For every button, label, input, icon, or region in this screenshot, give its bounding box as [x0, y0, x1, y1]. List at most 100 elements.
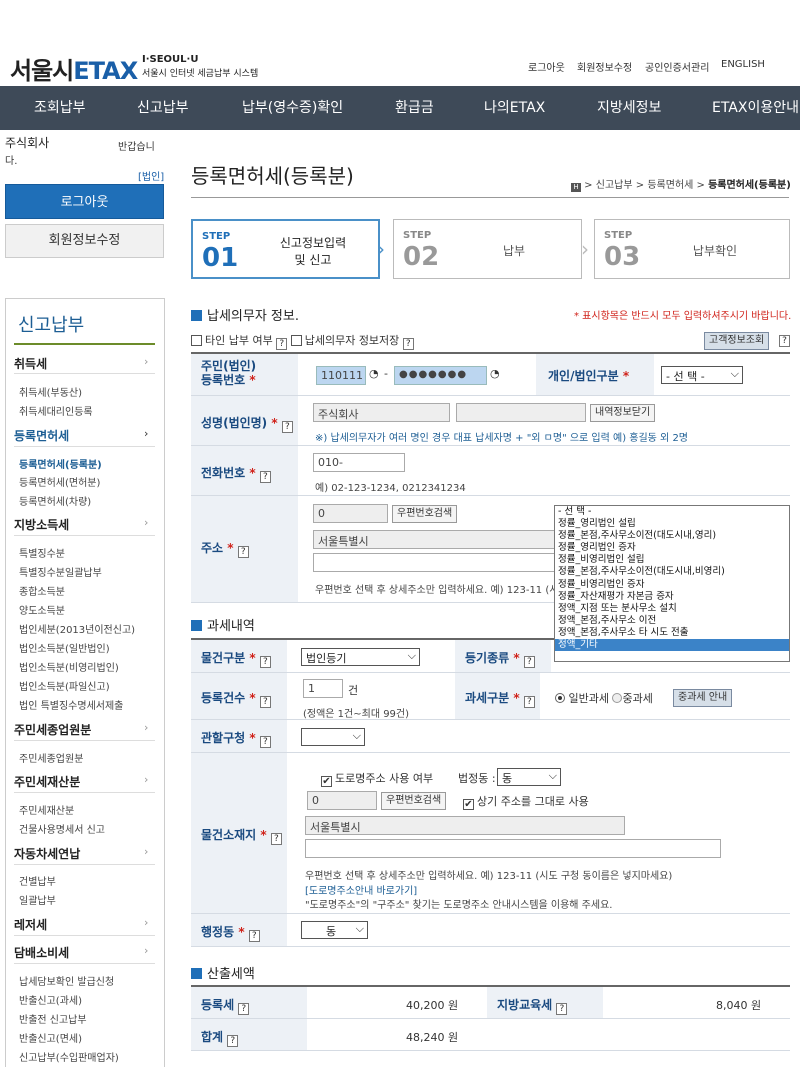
sidebar-cat-acquisition-tax[interactable]: 취득세 [14, 355, 47, 372]
dropdown-option[interactable]: 정률_비영리법인 설립 [555, 554, 789, 566]
sidebar-cat-tobacco-tax[interactable]: 담배소비세 [14, 944, 69, 961]
sidebar-cat-local-income-tax[interactable]: 지방소득세 [14, 516, 69, 533]
name-input[interactable]: 주식회사 [313, 403, 450, 422]
address-input[interactable]: 서울특별시 [313, 530, 558, 549]
nav-receipt[interactable]: 납부(영수증)확인 [242, 86, 343, 130]
admin-dong-select[interactable]: 동 ⌵ [301, 921, 368, 939]
breadcrumb-item[interactable]: 신고납부 [596, 180, 633, 191]
sidebar-sub-item[interactable]: 법인소득분(일반법인) [19, 640, 110, 655]
help-icon[interactable]: ? [259, 471, 271, 483]
sidebar-sub-item[interactable]: 법인 특별징수명세서제출 [19, 697, 123, 712]
nav-report[interactable]: 신고납부 [137, 86, 189, 130]
cert-manage-link[interactable]: 공인인증서관리 [645, 59, 709, 74]
mouse-keyboard-icon[interactable]: ◔ [369, 367, 379, 380]
loc-address-detail-input[interactable] [305, 839, 721, 858]
legal-dong-select[interactable]: 동 ⌵ [497, 768, 561, 786]
sidebar-sub-item[interactable]: 종합소득분 [19, 583, 65, 598]
name-suffix-input[interactable] [456, 403, 586, 422]
sidebar-sub-item[interactable]: 반출전 신고납부 [19, 1011, 87, 1026]
sidebar-cat-employee-tax[interactable]: 주민세종업원분 [14, 721, 91, 738]
logout-link[interactable]: 로그아웃 [528, 59, 565, 74]
sidebar-sub-item[interactable]: 반출신고(과세) [19, 992, 82, 1007]
address-detail-input[interactable] [313, 553, 558, 572]
dropdown-option[interactable]: 정액_본점,주사무소 이전 [555, 615, 789, 627]
close-detail-button[interactable]: 내역정보닫기 [590, 404, 656, 422]
help-icon[interactable]: ? [402, 338, 414, 350]
edit-member-link[interactable]: 회원정보수정 [577, 59, 632, 74]
customer-lookup-button[interactable]: 고객정보조회 [704, 332, 770, 350]
dropdown-option-highlighted[interactable]: 정액_기타 [555, 639, 789, 652]
sidebar-sub-item[interactable]: 취득세(부동산) [19, 384, 82, 399]
help-icon[interactable]: ? [276, 338, 288, 350]
road-addr-guide-link[interactable]: [도로명주소안내 바로가기] [305, 882, 417, 897]
sidebar-sub-item[interactable]: 특별징수분 [19, 545, 65, 560]
other-pay-checkbox[interactable] [191, 335, 202, 346]
sidebar-sub-item[interactable]: 반출신고(면세) [19, 1030, 82, 1045]
sidebar-sub-item[interactable]: 건물사용명세서 신고 [19, 821, 105, 836]
sidebar-cat-car-tax[interactable]: 자동차세연납 [14, 845, 80, 862]
sidebar-cat-leisure-tax[interactable]: 레저세 [14, 916, 47, 933]
english-link[interactable]: ENGLISH [721, 59, 765, 70]
logo[interactable]: 서울시ETAX [10, 51, 138, 86]
sidebar-sub-item[interactable]: 납세담보확인 발급신청 [19, 973, 114, 988]
help-icon[interactable]: ? [237, 546, 249, 558]
help-icon[interactable]: ? [227, 1035, 239, 1047]
sidebar-sub-item[interactable]: 양도소득분 [19, 602, 65, 617]
zip-input[interactable]: 0 [313, 504, 388, 523]
reg-no-front-input[interactable]: 110111 [316, 366, 366, 385]
general-tax-radio[interactable] [555, 693, 565, 703]
dropdown-option[interactable]: 정률_본점,주사무소이전(대도시내,영리) [555, 530, 789, 542]
dropdown-option[interactable]: 정액_본점,주사무소 타 시도 전출 [555, 627, 789, 639]
sidebar-sub-item-active[interactable]: 등록면허세(등록분) [19, 456, 102, 471]
sidebar-sub-item[interactable]: 법인소득분(비영리법인) [19, 659, 119, 674]
heavy-tax-radio[interactable] [612, 693, 623, 703]
help-icon[interactable]: ? [281, 421, 293, 433]
dropdown-option[interactable]: 정률_본점,주사무소이전(대도시내,비영리) [555, 566, 789, 578]
item-type-select[interactable]: 법인등기 ⌵ [301, 648, 420, 666]
sidebar-sub-item[interactable]: 등록면허세(면허분) [19, 474, 100, 489]
help-icon[interactable]: ? [270, 833, 282, 845]
sidebar-sub-item[interactable]: 법인세분(2013년이전신고) [19, 621, 135, 636]
dropdown-option[interactable]: 정률_영리법인 증자 [555, 542, 789, 554]
help-icon[interactable]: ? [248, 930, 260, 942]
nav-my-etax[interactable]: 나의ETAX [484, 86, 545, 130]
dropdown-option[interactable]: 정률_비영리법인 증자 [555, 579, 789, 591]
help-icon[interactable]: ? [259, 736, 271, 748]
help-icon[interactable]: ? [259, 696, 271, 708]
sidebar-sub-item[interactable]: 법인소득분(파일신고) [19, 678, 110, 693]
same-addr-checkbox[interactable]: ✔ [463, 799, 474, 810]
sidebar-sub-item[interactable]: 신고납부(수입판매업자) [19, 1049, 119, 1064]
help-icon[interactable]: ? [779, 335, 790, 347]
sidebar-sub-item[interactable]: 등록면허세(차량) [19, 493, 91, 508]
type-select[interactable]: - 선 택 - ⌵ [661, 366, 743, 384]
sidebar-sub-item[interactable]: 취득세대리인등록 [19, 403, 93, 418]
nav-usage-guide[interactable]: ETAX이용안내 [712, 86, 799, 130]
sidebar-sub-item[interactable]: 주민세재산분 [19, 802, 74, 817]
sidebar-cat-property-tax[interactable]: 주민세재산분 [14, 773, 80, 790]
help-icon[interactable]: ? [523, 656, 535, 668]
edit-profile-button[interactable]: 회원정보수정 [5, 224, 164, 258]
sidebar-cat-registration-tax[interactable]: 등록면허세 [14, 427, 69, 444]
road-addr-checkbox[interactable]: ✔ [321, 776, 332, 787]
save-info-checkbox[interactable] [290, 335, 302, 346]
heavy-tax-guide-button[interactable]: 중과세 안내 [673, 689, 733, 707]
dropdown-option[interactable]: 정률_영리법인 설립 [555, 518, 789, 530]
sidebar-sub-item[interactable]: 건별납부 [19, 873, 56, 888]
nav-inquiry[interactable]: 조회납부 [34, 86, 86, 130]
office-select[interactable]: ⌵ [301, 728, 365, 746]
help-icon[interactable]: ? [238, 1003, 250, 1015]
breadcrumb-item[interactable]: 등록면허세 [647, 180, 693, 191]
reg-no-back-input[interactable]: ●●●●●●● [394, 366, 487, 385]
dropdown-option[interactable]: - 선 택 - [555, 506, 789, 518]
help-icon[interactable]: ? [556, 1003, 568, 1015]
loc-zip-input[interactable]: 0 [307, 791, 377, 810]
loc-address-input[interactable]: 서울특별시 [305, 816, 625, 835]
reg-type-dropdown-list[interactable]: - 선 택 - 정률_영리법인 설립 정률_본점,주사무소이전(대도시내,영리)… [554, 505, 790, 662]
count-input[interactable]: 1 [303, 679, 343, 698]
sidebar-sub-item[interactable]: 특별징수분일괄납부 [19, 564, 102, 579]
phone-input[interactable]: 010- [313, 453, 405, 472]
dropdown-option[interactable]: 정률_자산재평가 자본금 증자 [555, 591, 789, 603]
logout-button[interactable]: 로그아웃 [5, 184, 164, 219]
nav-refund[interactable]: 환급금 [395, 86, 434, 130]
loc-zip-search-button[interactable]: 우편번호검색 [381, 792, 447, 810]
